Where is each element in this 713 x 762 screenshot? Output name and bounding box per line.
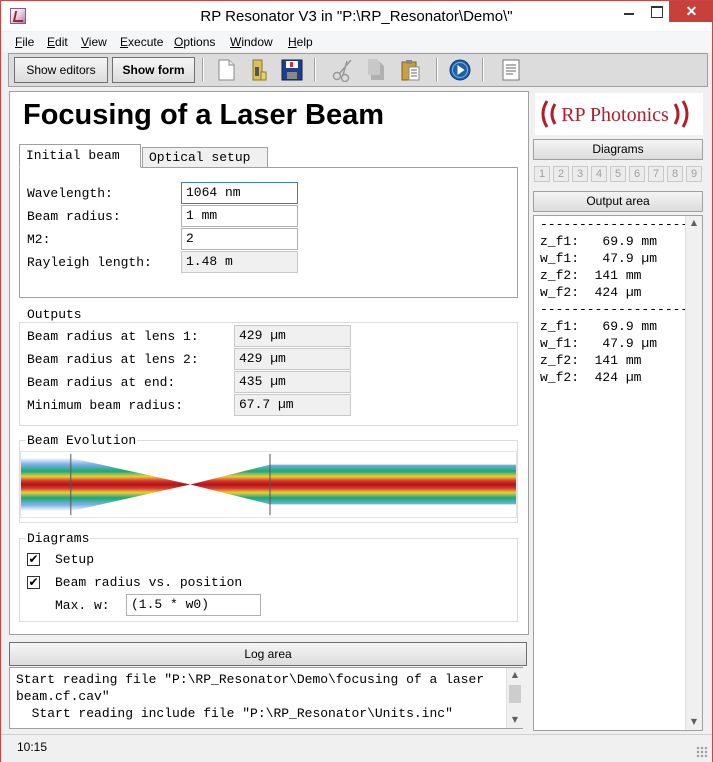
output-separator: ---------------------- [540, 217, 703, 232]
toolbar-separator [202, 58, 204, 82]
diagram-9-button[interactable]: 9 [686, 166, 702, 182]
toolbar-separator [314, 58, 316, 82]
diagram-4-button[interactable]: 4 [591, 166, 607, 182]
lens2-radius-label: Beam radius at lens 2: [27, 352, 199, 367]
output-line: w_f1: 47.9 µm [540, 251, 658, 266]
beam-radius-checkbox[interactable]: ✔ [27, 576, 40, 589]
title-bar[interactable]: RP Resonator V3 in "P:\RP_Resonator\Demo… [1, 1, 713, 31]
outputs-title: Outputs [26, 307, 83, 322]
menu-help[interactable]: Help [288, 35, 313, 49]
app-window: RP Resonator V3 in "P:\RP_Resonator\Demo… [0, 0, 713, 762]
menu-view[interactable]: View [81, 35, 107, 49]
output-line: z_f2: 141 mm [540, 268, 642, 283]
max-w-input[interactable]: (1.5 * w0) [126, 594, 261, 616]
copy-icon[interactable] [365, 58, 389, 82]
output-line: z_f1: 69.9 mm [540, 234, 658, 249]
scroll-down-icon[interactable]: ▼ [686, 715, 702, 729]
toolbar: Show editors Show form [8, 53, 708, 87]
toolbar-separator [436, 58, 438, 82]
diagram-2-button[interactable]: 2 [553, 166, 569, 182]
rayleigh-length-label: Rayleigh length: [27, 255, 152, 270]
output-separator: ---------------------- [540, 302, 703, 317]
beam-evolution-image [20, 451, 517, 518]
status-bar: 10:15 [1, 734, 712, 762]
menu-window[interactable]: Window [230, 35, 273, 49]
right-pane: RP Photonics Diagrams 1 2 3 4 5 6 7 8 9 … [532, 91, 705, 731]
output-scrollbar[interactable]: ▲ ▼ [685, 216, 702, 730]
menu-file[interactable]: File [15, 35, 34, 49]
menu-options[interactable]: Options [174, 35, 215, 49]
open-folder-icon[interactable] [246, 58, 270, 82]
run-icon[interactable] [448, 58, 472, 82]
rayleigh-length-value: 1.48 m [181, 251, 298, 273]
scroll-up-icon[interactable]: ▲ [686, 216, 702, 230]
show-form-button[interactable]: Show form [112, 57, 195, 83]
diagram-1-button[interactable]: 1 [534, 166, 550, 182]
maximize-button[interactable] [643, 1, 669, 22]
minimize-button[interactable] [615, 1, 643, 22]
status-time: 10:15 [17, 740, 48, 754]
save-icon[interactable] [280, 58, 304, 82]
max-w-label: Max. w: [55, 598, 110, 613]
diagrams-title: Diagrams [26, 531, 91, 546]
setup-checkbox[interactable]: ✔ [27, 553, 40, 566]
rp-photonics-logo: RP Photonics [535, 93, 703, 135]
end-radius-value: 435 µm [234, 371, 351, 393]
output-icon[interactable] [499, 58, 523, 82]
resize-grip-icon[interactable] [696, 746, 708, 758]
log-area-button[interactable]: Log area [9, 642, 527, 666]
setup-checkbox-label: Setup [55, 552, 95, 567]
scroll-thumb[interactable] [509, 685, 521, 703]
tab-initial-beam[interactable]: Initial beam [19, 144, 141, 168]
beam-radius-checkbox-label: Beam radius vs. position [55, 575, 243, 590]
initial-beam-panel: Wavelength: 1064 nm Beam radius: 1 mm M2… [19, 167, 518, 298]
log-scrollbar[interactable]: ▲ ▼ [506, 668, 523, 728]
output-line: w_f2: 424 µm [540, 285, 642, 300]
close-icon: ✕ [685, 3, 698, 19]
diagram-6-button[interactable]: 6 [629, 166, 645, 182]
wavelength-input[interactable]: 1064 nm [181, 182, 298, 204]
output-line: w_f2: 424 µm [540, 370, 642, 385]
beam-evolution-title: Beam Evolution [26, 433, 138, 448]
diagrams-button[interactable]: Diagrams [533, 139, 703, 160]
m2-label: M2: [27, 232, 51, 247]
tab-optical-setup[interactable]: Optical setup [142, 147, 268, 168]
diagram-8-button[interactable]: 8 [667, 166, 683, 182]
wavelength-label: Wavelength: [27, 186, 113, 201]
menu-execute[interactable]: Execute [120, 35, 163, 49]
end-radius-label: Beam radius at end: [27, 375, 176, 390]
logo-text: RP Photonics [561, 104, 669, 126]
output-line: z_f1: 69.9 mm [540, 319, 658, 334]
diagram-3-button[interactable]: 3 [572, 166, 588, 182]
close-button[interactable]: ✕ [669, 1, 713, 22]
cut-icon[interactable] [331, 58, 355, 82]
paste-icon[interactable] [399, 58, 423, 82]
show-editors-button[interactable]: Show editors [14, 57, 108, 83]
scroll-up-icon[interactable]: ▲ [507, 668, 523, 682]
output-line: w_f1: 47.9 µm [540, 336, 658, 351]
form-pane: Focusing of a Laser Beam Initial beam Op… [9, 91, 529, 635]
scroll-down-icon[interactable]: ▼ [507, 713, 523, 727]
diagram-7-button[interactable]: 7 [648, 166, 664, 182]
diagram-5-button[interactable]: 5 [610, 166, 626, 182]
lens2-radius-value: 429 µm [234, 348, 351, 370]
menu-bar: File Edit View Execute Options Window He… [1, 32, 712, 52]
lens1-radius-value: 429 µm [234, 325, 351, 347]
menu-edit[interactable]: Edit [47, 35, 68, 49]
output-area-button[interactable]: Output area [533, 191, 703, 212]
min-radius-value: 67.7 µm [234, 394, 351, 416]
beam-radius-label: Beam radius: [27, 209, 121, 224]
beam-radius-input[interactable]: 1 mm [181, 205, 298, 227]
toolbar-separator [482, 58, 484, 82]
m2-input[interactable]: 2 [181, 228, 298, 250]
lens1-radius-label: Beam radius at lens 1: [27, 329, 199, 344]
output-area[interactable]: ---------------------- z_f1: 69.9 mm w_f… [533, 215, 703, 731]
min-radius-label: Minimum beam radius: [27, 398, 184, 413]
output-line: z_f2: 141 mm [540, 353, 642, 368]
new-file-icon[interactable] [214, 58, 238, 82]
page-title: Focusing of a Laser Beam [23, 99, 384, 131]
log-text[interactable]: Start reading file "P:\RP_Resonator\Demo… [9, 667, 523, 729]
window-title: RP Resonator V3 in "P:\RP_Resonator\Demo… [200, 8, 513, 25]
